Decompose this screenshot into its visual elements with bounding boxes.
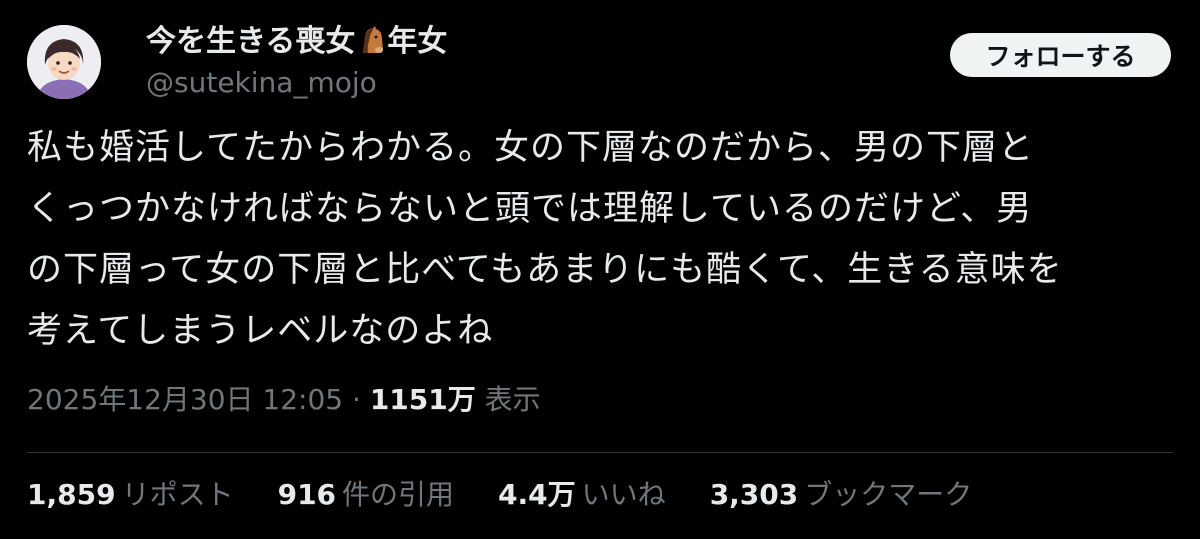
avatar-illustration (27, 25, 101, 99)
stat-count: 1,859 (27, 478, 116, 511)
tweet-line: の下層って女の下層と比べてもあまりにも酷くて、生きる意味を (27, 250, 1063, 290)
display-name-part1: 今を生きる喪女 (146, 24, 356, 59)
views-label: 表示 (484, 383, 541, 416)
stat-quotes[interactable]: 916 件の引用 (278, 473, 454, 513)
tweet-text: 私も婚活してたからわかる。女の下層なのだから、男の下層と くっつかなければならない… (27, 118, 1177, 362)
display-name-part2: 年女 (387, 24, 448, 59)
stat-label: いいね (581, 478, 666, 511)
tweet-line: 考えてしまうレベルなのよね (27, 311, 494, 351)
timestamp[interactable]: 2025年12月30日 12:05 (27, 383, 343, 416)
stat-count: 3,303 (709, 478, 799, 511)
tweet-meta: 2025年12月30日 12:05 · 1151万 表示 (27, 380, 541, 420)
stat-label: リポスト (121, 478, 234, 511)
stat-bookmarks[interactable]: 3,303 ブックマーク (710, 473, 973, 513)
horse-face-icon (357, 24, 385, 68)
stat-likes[interactable]: 4.4万 いいね (498, 473, 666, 513)
divider (27, 452, 1173, 453)
stat-label: ブックマーク (804, 478, 973, 511)
tweet-line: 私も婚活してたからわかる。女の下層なのだから、男の下層と (27, 128, 1034, 168)
tweet-line: くっつかなければならないと頭では理解しているのだけど、男 (27, 189, 1033, 229)
stat-count: 916 (277, 478, 337, 511)
engagement-stats: 1,859 リポスト 916 件の引用 4.4万 いいね 3,303 ブックマーク (27, 472, 972, 514)
follow-button[interactable]: フォローする (950, 33, 1171, 77)
stat-count: 4.4万 (498, 478, 576, 511)
meta-separator: · (352, 383, 361, 416)
user-handle[interactable]: @sutekina_mojo (146, 64, 377, 102)
avatar[interactable] (27, 25, 101, 99)
views-count: 1151万 (369, 383, 476, 416)
stat-reposts[interactable]: 1,859 リポスト (27, 473, 234, 513)
stat-label: 件の引用 (342, 478, 455, 511)
display-name[interactable]: 今を生きる喪女 年女 (146, 20, 447, 68)
